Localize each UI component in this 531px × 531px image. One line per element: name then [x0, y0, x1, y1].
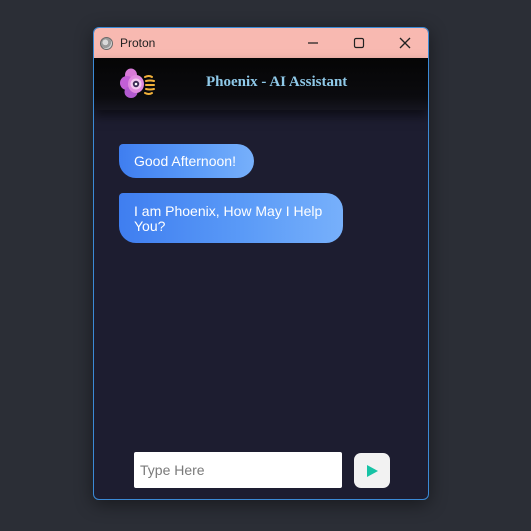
message-input[interactable]	[134, 452, 342, 488]
send-button[interactable]	[354, 453, 390, 488]
composer-row	[94, 451, 428, 491]
close-icon	[399, 37, 411, 49]
assistant-title: Phoenix - AI Assistant	[206, 74, 348, 90]
title-bar[interactable]: Proton	[94, 28, 428, 58]
send-play-icon	[367, 464, 378, 477]
maximize-icon	[353, 37, 365, 49]
desktop-background: Proton Phoenix - AI Assistant Good After…	[0, 0, 531, 531]
window-controls	[290, 28, 428, 58]
minimize-icon	[308, 42, 318, 44]
phoenix-logo-icon	[120, 68, 155, 98]
chat-message-bubble: Good Afternoon!	[119, 144, 254, 178]
minimize-button[interactable]	[290, 28, 336, 58]
proton-app-icon	[100, 36, 113, 50]
app-header: Phoenix - AI Assistant	[94, 58, 428, 110]
chat-message-bubble: I am Phoenix, How May I Help You?	[119, 193, 343, 243]
maximize-button[interactable]	[336, 28, 382, 58]
chat-area[interactable]: Good Afternoon! I am Phoenix, How May I …	[94, 110, 428, 440]
app-window: Proton Phoenix - AI Assistant Good After…	[93, 27, 429, 500]
close-button[interactable]	[382, 28, 428, 58]
window-title: Proton	[120, 36, 156, 50]
